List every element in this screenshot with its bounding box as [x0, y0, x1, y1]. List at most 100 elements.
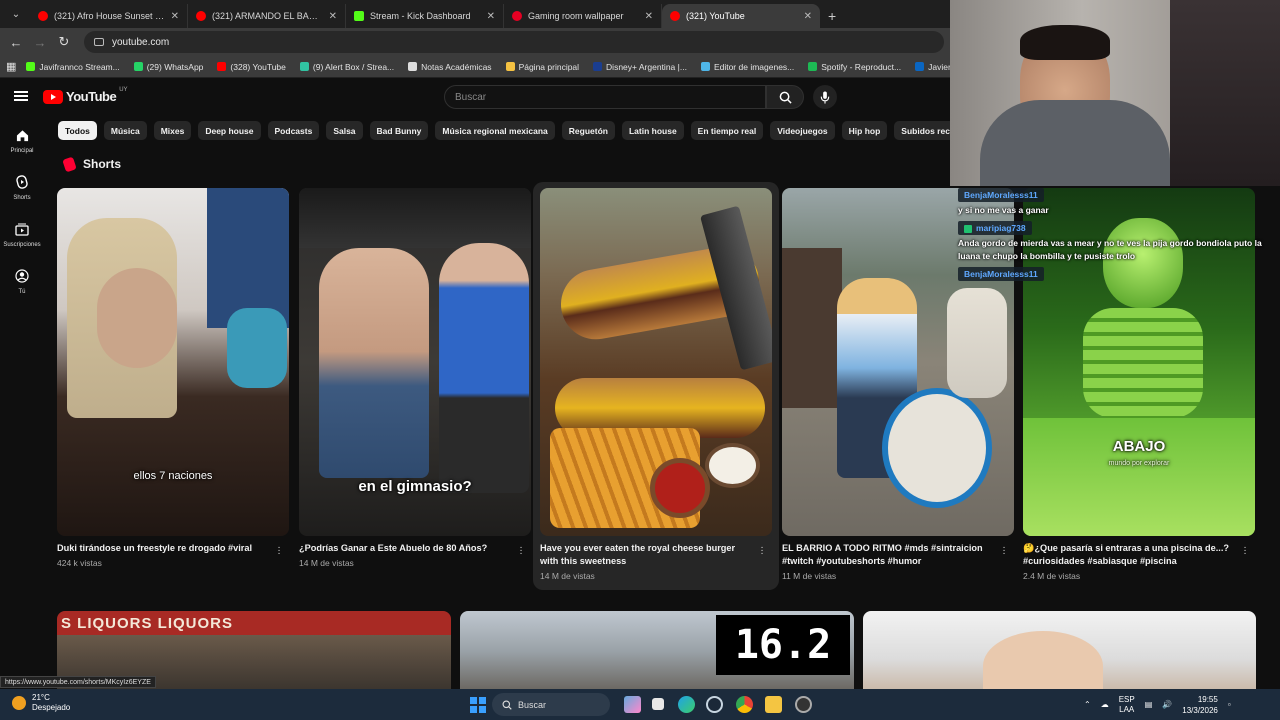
video-thumbnail[interactable]: 16.2	[460, 611, 854, 691]
filter-chip[interactable]: Todos	[58, 121, 97, 140]
site-info-icon[interactable]	[94, 38, 104, 46]
pinterest-icon	[512, 11, 522, 21]
bookmark-favicon	[133, 62, 143, 71]
filter-chip[interactable]: Subidos recientemente	[894, 121, 950, 140]
sidebar-item-label: Shorts	[13, 195, 31, 201]
browser-tab[interactable]: (321) YouTube ✕	[662, 4, 820, 28]
tab-search-button[interactable]: ⌄	[4, 3, 28, 25]
bookmark-item[interactable]: Página principal	[505, 62, 579, 72]
keyboard-layout[interactable]: LAA	[1119, 705, 1135, 715]
close-tab-icon[interactable]: ✕	[645, 11, 653, 22]
apps-grid-icon[interactable]: ▦	[6, 60, 16, 73]
short-subcaption: mundo por explorar	[1108, 460, 1170, 467]
bookmark-item[interactable]: (9) Alert Box / Strea...	[299, 62, 394, 72]
youtube-mini-sidebar: Principal Shorts Suscripciones Tú	[0, 118, 44, 306]
browser-tab[interactable]: (321) ARMANDO EL BAR3T0 M ✕	[188, 4, 346, 28]
sidebar-item-shorts[interactable]: Shorts	[0, 165, 44, 211]
filter-chip[interactable]: Videojuegos	[770, 121, 835, 140]
short-title[interactable]: Duki tirándose un freestyle re drogado #…	[57, 542, 263, 555]
close-tab-icon[interactable]: ✕	[329, 11, 337, 22]
url-field[interactable]: youtube.com	[84, 31, 944, 53]
browser-tab[interactable]: Gaming room wallpaper ✕	[504, 4, 662, 28]
more-options-icon[interactable]: · · ·	[758, 543, 766, 559]
bookmark-item[interactable]: (29) WhatsApp	[133, 62, 203, 72]
weather-temperature: 21°C	[32, 693, 50, 702]
short-thumbnail[interactable]: en el gimnasio?	[299, 188, 531, 536]
stream-chat-overlay: BenjaMoralesss11 y si no me vas a ganar ma…	[955, 186, 1280, 281]
system-tray: ⌃ ☁ ESP LAA ▤ 🔊 19:55 13/3/2026 ▫	[1084, 689, 1231, 720]
browser-tab[interactable]: (321) Afro House Sunset Mix | R ✕	[30, 4, 188, 28]
search-input[interactable]: Buscar	[444, 85, 766, 109]
short-card[interactable]: ellos 7 naciones Duki tirándose un frees…	[57, 188, 289, 568]
filter-chip[interactable]: Hip hop	[841, 121, 888, 140]
weather-widget[interactable]: 21°C Despejado	[12, 693, 70, 713]
steam-icon[interactable]	[706, 696, 723, 713]
bookmark-item[interactable]: Editor de imagenes...	[700, 62, 794, 72]
taskbar-clock[interactable]: 19:55 13/3/2026	[1182, 694, 1218, 716]
bookmark-item[interactable]: (328) YouTube	[217, 62, 286, 72]
back-button[interactable]: ←	[4, 35, 28, 50]
show-hidden-icons[interactable]: ⌃	[1084, 700, 1091, 709]
file-explorer-icon[interactable]	[765, 696, 782, 713]
more-options-icon[interactable]: · · ·	[517, 543, 525, 559]
short-title[interactable]: 🤔¿Que pasaría si entraras a una piscina …	[1023, 542, 1229, 568]
short-title[interactable]: EL BARRIO A TODO RITMO #mds #sintraicion…	[782, 542, 988, 568]
more-options-icon[interactable]: · · ·	[1000, 543, 1008, 559]
forward-button[interactable]: →	[28, 35, 52, 50]
filter-chip[interactable]: Salsa	[326, 121, 363, 140]
close-tab-icon[interactable]: ✕	[487, 11, 495, 22]
close-tab-icon[interactable]: ✕	[171, 11, 179, 22]
filter-chip[interactable]: Podcasts	[267, 121, 320, 140]
voice-search-button[interactable]	[813, 85, 837, 109]
obs-icon[interactable]	[795, 696, 812, 713]
sidebar-item-principal[interactable]: Principal	[0, 118, 44, 164]
filter-chip[interactable]: Bad Bunny	[369, 121, 429, 140]
network-icon[interactable]: ▤	[1145, 700, 1153, 709]
bookmark-item[interactable]: Spotify - Reproduct...	[808, 62, 901, 72]
taskbar-search[interactable]: Buscar	[492, 693, 610, 716]
edge-icon[interactable]	[678, 696, 695, 713]
search-button[interactable]	[766, 85, 804, 109]
filter-chip[interactable]: Mixes	[153, 121, 192, 140]
short-title[interactable]: ¿Podrías Ganar a Este Abuelo de 80 Años?	[299, 542, 505, 555]
bookmark-item[interactable]: Javifrannco Stream...	[26, 62, 120, 72]
notification-bell-icon[interactable]: ▫	[1228, 700, 1231, 709]
youtube-logo[interactable]: YouTube UY	[43, 87, 128, 104]
taskbar-app-icon[interactable]	[624, 696, 641, 713]
filter-chip[interactable]: Deep house	[198, 121, 261, 140]
windows-taskbar: 21°C Despejado Buscar ⌃ ☁ ESP LAA ▤ 🔊 19…	[0, 689, 1280, 720]
input-language[interactable]: ESP	[1119, 695, 1135, 705]
menu-icon[interactable]	[14, 91, 28, 101]
cloud-icon[interactable]: ☁	[1101, 700, 1109, 709]
short-card[interactable]: Have you ever eaten the royal cheese bur…	[540, 188, 772, 581]
video-thumbnail[interactable]	[863, 611, 1256, 691]
close-tab-icon[interactable]: ✕	[804, 11, 812, 22]
short-card[interactable]: en el gimnasio? ¿Podrías Ganar a Este Ab…	[299, 188, 531, 568]
volume-icon[interactable]: 🔊	[1162, 700, 1172, 709]
subscriptions-icon	[15, 223, 29, 238]
chat-username: BenjaMoralesss11	[958, 188, 1044, 202]
bookmark-item[interactable]: Notas Académicas	[408, 62, 492, 72]
filter-chip[interactable]: Latin house	[621, 121, 684, 140]
filter-chip[interactable]: En tiempo real	[690, 121, 764, 140]
task-view-icon[interactable]	[652, 698, 664, 710]
sidebar-item-suscripciones[interactable]: Suscripciones	[0, 212, 44, 258]
filter-chip[interactable]: Reguetón	[561, 121, 615, 140]
chrome-icon[interactable]	[736, 696, 753, 713]
short-thumbnail[interactable]: ellos 7 naciones	[57, 188, 289, 536]
short-title[interactable]: Have you ever eaten the royal cheese bur…	[540, 542, 746, 568]
reload-button[interactable]: ↻	[52, 34, 76, 50]
short-thumbnail[interactable]	[540, 188, 772, 536]
start-button[interactable]	[470, 697, 486, 713]
filter-chip[interactable]: Música	[103, 121, 147, 140]
more-options-icon[interactable]: · · ·	[1241, 543, 1249, 559]
search-icon	[502, 700, 512, 710]
browser-tab[interactable]: Stream - Kick Dashboard ✕	[346, 4, 504, 28]
short-views: 11 M de vistas	[782, 571, 837, 581]
sidebar-item-tú[interactable]: Tú	[0, 259, 44, 305]
bookmark-item[interactable]: Disney+ Argentina |...	[593, 62, 687, 72]
new-tab-button[interactable]: +	[820, 8, 844, 28]
filter-chip[interactable]: Música regional mexicana	[435, 121, 555, 140]
more-options-icon[interactable]: · · ·	[275, 543, 283, 559]
home-icon	[16, 129, 29, 144]
